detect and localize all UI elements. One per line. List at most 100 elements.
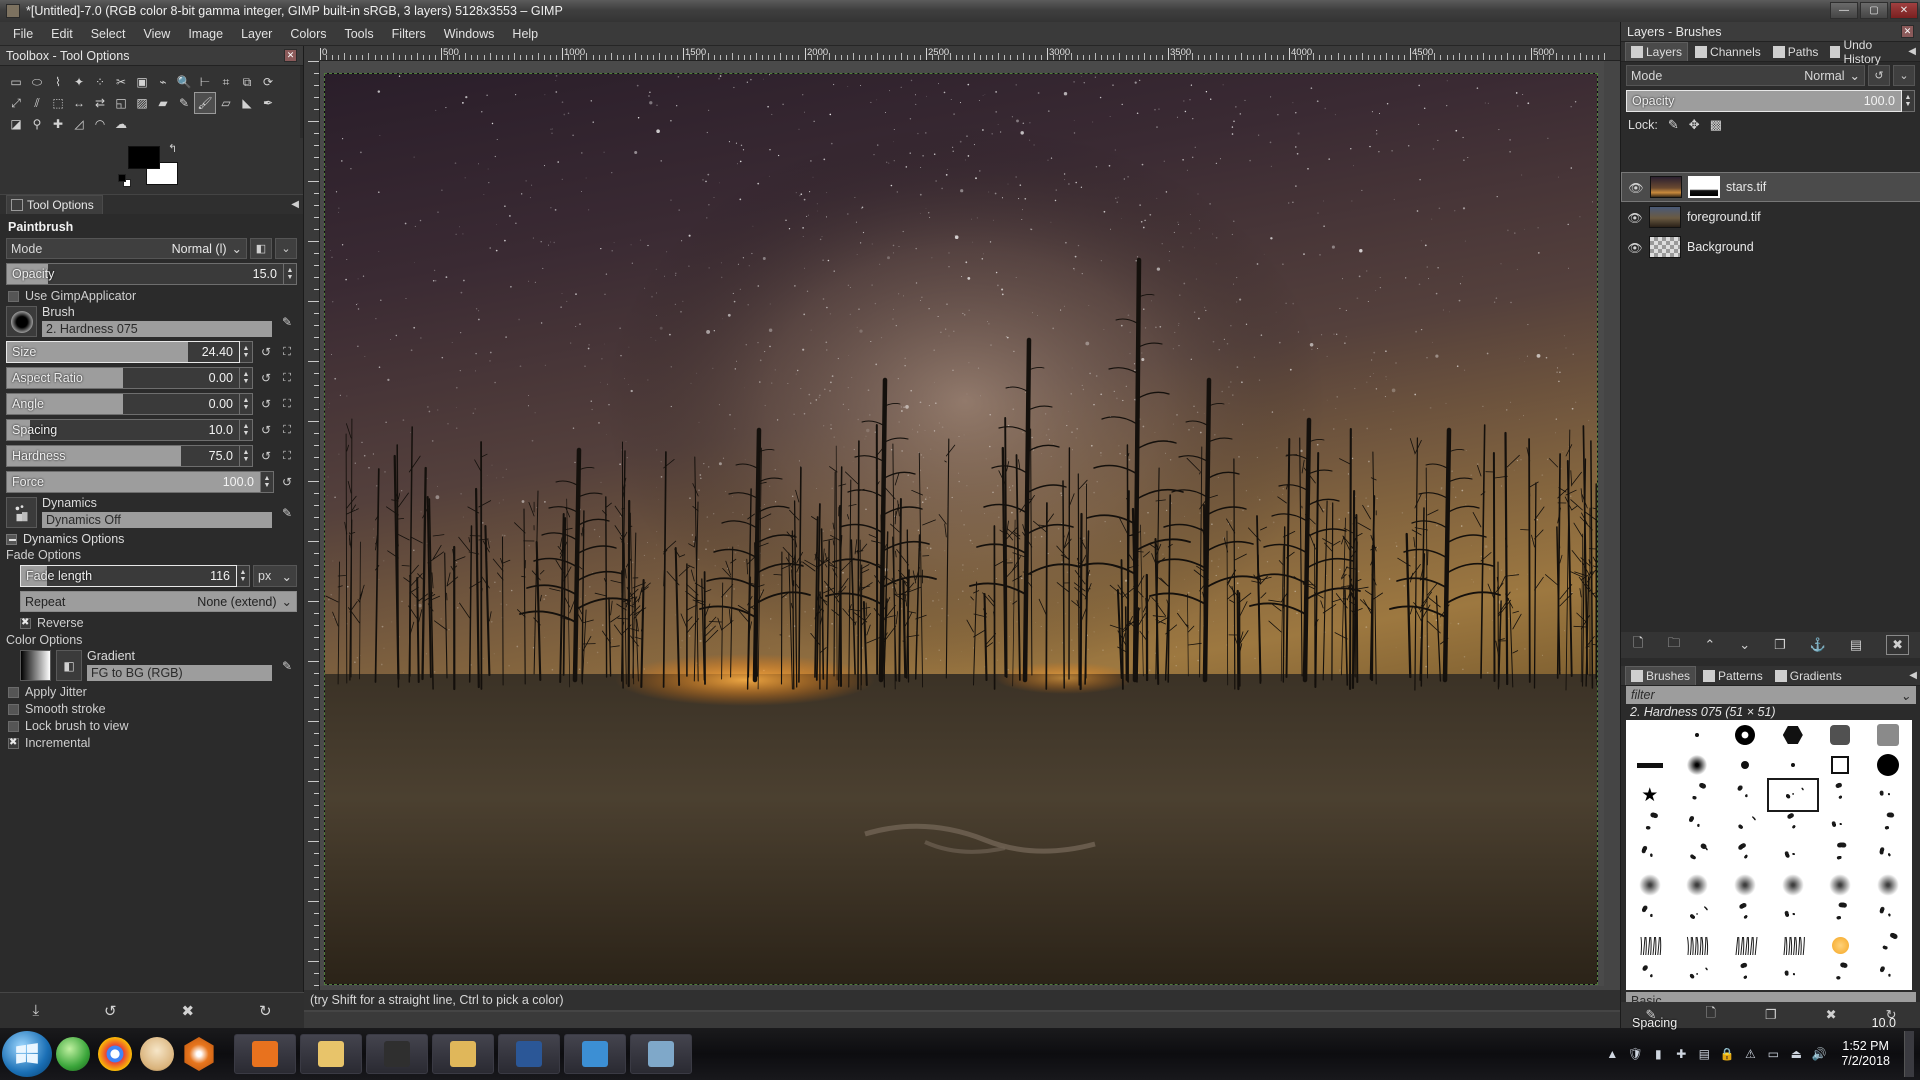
dynamics-options-expander[interactable]: Dynamics Options: [6, 532, 297, 546]
brush-cell[interactable]: [1817, 930, 1865, 960]
brush-cell[interactable]: ★: [1626, 780, 1674, 810]
image-canvas[interactable]: [324, 73, 1598, 985]
dynamics-edit-icon[interactable]: ✎: [277, 503, 297, 523]
dock-menu-icon[interactable]: ◀: [1908, 46, 1916, 57]
brush-cell[interactable]: [1769, 720, 1817, 750]
maximize-button[interactable]: ▢: [1860, 2, 1888, 19]
brush-cell[interactable]: [1626, 750, 1674, 780]
mode-group-dropdown[interactable]: ⌄: [275, 238, 297, 259]
brush-cell[interactable]: [1626, 810, 1674, 840]
airbrush-tool[interactable]: ◣: [237, 93, 257, 113]
hardness-link-icon[interactable]: ⛶: [277, 446, 297, 466]
fade-length-slider[interactable]: Fade length 116: [20, 565, 237, 587]
size-spinner[interactable]: ▲ ▼: [240, 341, 253, 363]
taskbar-button-terminal[interactable]: [366, 1034, 428, 1074]
brush-cell[interactable]: [1721, 870, 1769, 900]
gradient-tool[interactable]: ▰: [153, 93, 173, 113]
brush-cell[interactable]: [1817, 720, 1865, 750]
brush-cell[interactable]: [1674, 810, 1722, 840]
force-slider[interactable]: Force 100.0: [6, 471, 261, 493]
layer-visibility-icon[interactable]: 👁: [1628, 181, 1644, 195]
taskbar-button-app[interactable]: [564, 1034, 626, 1074]
brush-cell[interactable]: [1674, 720, 1722, 750]
angle-reset-icon[interactable]: ↺: [256, 394, 276, 414]
pencil-tool[interactable]: ✎: [174, 93, 194, 113]
dynamics-preview[interactable]: [6, 497, 37, 528]
menu-filters[interactable]: Filters: [383, 24, 435, 44]
taskbar-button-gimp[interactable]: [630, 1034, 692, 1074]
bucket-fill-tool[interactable]: ▨: [132, 93, 152, 113]
brush-cell[interactable]: [1817, 870, 1865, 900]
brush-cell[interactable]: [1864, 900, 1912, 930]
brush-cell[interactable]: [1721, 960, 1769, 990]
menu-layer[interactable]: Layer: [232, 24, 281, 44]
transform-tool[interactable]: ⧉: [237, 72, 257, 92]
dock-menu-icon[interactable]: ◀: [1909, 670, 1917, 681]
apply-jitter-checkbox[interactable]: Apply Jitter: [8, 685, 297, 699]
size-reset-icon[interactable]: ↺: [256, 342, 276, 362]
brush-cell[interactable]: [1864, 750, 1912, 780]
flip-tool[interactable]: ⇄: [90, 93, 110, 113]
mode-select[interactable]: Mode Normal (l) ⌄: [6, 238, 247, 259]
hardness-reset-icon[interactable]: ↺: [256, 446, 276, 466]
tab-tool-options[interactable]: Tool Options: [6, 195, 103, 214]
brush-cell[interactable]: [1674, 840, 1722, 870]
ruler-corner[interactable]: [304, 46, 320, 61]
brush-cell[interactable]: [1721, 900, 1769, 930]
foreground-select-tool[interactable]: ▣: [132, 72, 152, 92]
brush-cell[interactable]: [1626, 960, 1674, 990]
menu-image[interactable]: Image: [179, 24, 232, 44]
brush-cell[interactable]: [1626, 900, 1674, 930]
opacity-spinner[interactable]: ▲ ▼: [284, 263, 297, 285]
spacing-slider[interactable]: Spacing 10.0: [6, 419, 240, 441]
brush-preview[interactable]: [6, 306, 37, 337]
layer-visibility-icon[interactable]: 👁: [1627, 211, 1643, 225]
gradient-edit-icon[interactable]: ✎: [277, 656, 297, 676]
tray-disk-icon[interactable]: ▭: [1765, 1046, 1781, 1062]
gradient-reverse-button[interactable]: ◧: [56, 650, 82, 681]
tray-lock-icon[interactable]: 🔒: [1719, 1046, 1735, 1062]
brush-cell[interactable]: [1626, 840, 1674, 870]
rotate-tool[interactable]: ⟳: [258, 72, 278, 92]
eraser-tool[interactable]: ▱: [216, 93, 236, 113]
select-by-color-tool[interactable]: ⁘: [90, 72, 110, 92]
brush-edit-icon[interactable]: ✎: [277, 312, 297, 332]
perspective-clone-tool[interactable]: ◿: [69, 114, 89, 134]
layer-row[interactable]: 👁 stars.tif: [1621, 172, 1920, 202]
taskbar-button-folder[interactable]: [432, 1034, 494, 1074]
free-select-tool[interactable]: ⌇: [48, 72, 68, 92]
brush-cell[interactable]: [1674, 930, 1722, 960]
horizontal-ruler[interactable]: 0 500 1000 1500 2000 2500 3000 3500 4000 4500 5000: [320, 46, 1620, 61]
layer-visibility-icon[interactable]: 👁: [1627, 241, 1643, 255]
brush-cell[interactable]: [1674, 960, 1722, 990]
close-button[interactable]: ✕: [1890, 2, 1918, 19]
hardness-spinner[interactable]: ▲ ▼: [240, 445, 253, 467]
aspect-ratio-spinner[interactable]: ▲ ▼: [240, 367, 253, 389]
brush-cell[interactable]: [1721, 840, 1769, 870]
menu-edit[interactable]: Edit: [42, 24, 82, 44]
measure-tool[interactable]: ⊢: [195, 72, 215, 92]
brush-cell[interactable]: [1864, 960, 1912, 990]
brush-cell[interactable]: [1769, 750, 1817, 780]
ink-tool[interactable]: ✒: [258, 93, 278, 113]
brush-cell[interactable]: [1721, 780, 1769, 810]
crop-tool[interactable]: ⌗: [216, 72, 236, 92]
scissors-select-tool[interactable]: ✂: [111, 72, 131, 92]
tray-bluetooth-icon[interactable]: ✚: [1673, 1046, 1689, 1062]
duplicate-brush-button[interactable]: ❐: [1765, 1007, 1777, 1023]
menu-help[interactable]: Help: [503, 24, 547, 44]
aspect-ratio-link-icon[interactable]: ⛶: [277, 368, 297, 388]
force-spinner[interactable]: ▲ ▼: [261, 471, 274, 493]
tray-folder-icon[interactable]: ▤: [1696, 1046, 1712, 1062]
aspect-ratio-slider[interactable]: Aspect Ratio 0.00: [6, 367, 240, 389]
brush-cell[interactable]: [1626, 930, 1674, 960]
layer-mask-thumbnail[interactable]: [1688, 176, 1720, 198]
taskbar-button-firefox[interactable]: [234, 1034, 296, 1074]
scale-tool[interactable]: ⤢: [6, 93, 26, 113]
heal-tool[interactable]: ✚: [48, 114, 68, 134]
quicklaunch-windows-icon[interactable]: [56, 1037, 90, 1071]
tray-warning-icon[interactable]: ⚠: [1742, 1046, 1758, 1062]
layer-mode-menu-button[interactable]: ⌄: [1893, 65, 1915, 86]
minimize-button[interactable]: —: [1830, 2, 1858, 19]
size-link-icon[interactable]: ⛶: [277, 342, 297, 362]
